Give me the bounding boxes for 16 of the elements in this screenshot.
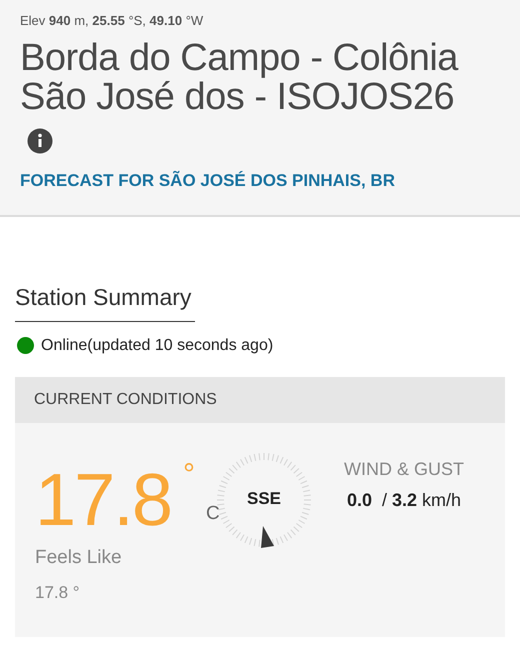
info-icon[interactable] bbox=[27, 128, 53, 154]
station-title: Borda do Campo - Colônia São José dos - ISOJOS26 bbox=[20, 38, 460, 116]
section-heading: Station Summary bbox=[15, 280, 196, 322]
status-text: Online(updated 10 seconds ago) bbox=[41, 336, 274, 356]
temperature-unit: C bbox=[206, 502, 220, 526]
temperature-value: 17.8 bbox=[35, 460, 172, 540]
wind-pointer-icon bbox=[261, 526, 275, 548]
degree-symbol: ° bbox=[183, 460, 196, 490]
wind-value: 0.0 / 3.2 km/h bbox=[346, 488, 462, 512]
forecast-link[interactable]: FORECAST FOR SÃO JOSÉ DOS PINHAIS, BR bbox=[20, 168, 512, 193]
wind-direction: SSE bbox=[246, 488, 282, 510]
feels-like-value: 17.8 ° bbox=[35, 582, 81, 604]
panel-title: CURRENT CONDITIONS bbox=[34, 390, 217, 410]
wind-label: WIND & GUST bbox=[344, 458, 464, 480]
station-coordinates: Elev 940 m, 25.55 °S, 49.10 °W bbox=[20, 12, 204, 30]
feels-like-label: Feels Like bbox=[35, 546, 123, 570]
